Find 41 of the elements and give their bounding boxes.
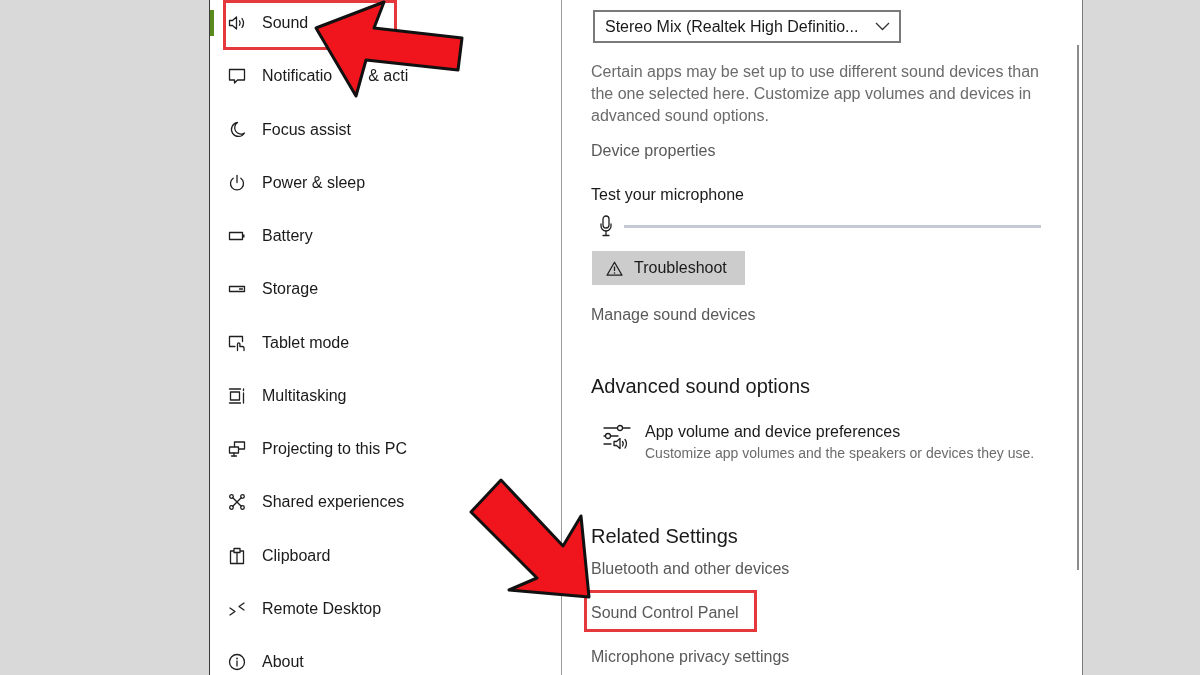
sidebar-item[interactable]: About: [210, 649, 316, 675]
settings-link[interactable]: Manage sound devices: [591, 304, 756, 326]
speech-bubble-icon: [228, 67, 246, 86]
warning-icon: [606, 260, 623, 276]
sidebar-item[interactable]: Shared experiences: [210, 489, 417, 516]
section-label: Test your microphone: [591, 185, 744, 205]
window-stack-icon: [228, 386, 246, 405]
sidebar-item[interactable]: Focus assist: [210, 116, 363, 143]
sidebar-item[interactable]: Tablet mode: [210, 329, 362, 356]
troubleshoot-button[interactable]: Troubleshoot: [592, 251, 745, 285]
info-icon: [228, 653, 246, 671]
settings-link[interactable]: Device properties: [591, 140, 716, 162]
settings-link[interactable]: Bluetooth and other devices: [591, 558, 790, 580]
sidebar-item[interactable]: Storage: [210, 276, 331, 303]
screens-icon: [228, 440, 246, 458]
section-heading: Related Settings: [591, 524, 738, 549]
sliders-speaker-icon: [603, 423, 631, 450]
microphone-icon: [600, 215, 612, 237]
section-heading: Advanced sound options: [591, 374, 811, 399]
settings-link[interactable]: Microphone privacy settings: [591, 646, 790, 668]
chevron-down-icon: [875, 22, 890, 31]
moon-icon: [228, 120, 246, 139]
nodes-icon: [228, 493, 246, 512]
power-icon: [228, 173, 246, 192]
sidebar-item[interactable]: Clipboard: [210, 542, 343, 569]
sidebar-item[interactable]: Multitasking: [210, 382, 359, 409]
tablet-icon: [228, 333, 246, 352]
clipboard-icon: [228, 546, 246, 565]
sidebar-item[interactable]: Remote Desktop: [210, 595, 394, 622]
option-link[interactable]: App volume and device preferences: [645, 421, 1035, 443]
settings-link[interactable]: Sound Control Panel: [584, 590, 757, 632]
sidebar-item[interactable]: Power & sleep: [210, 169, 378, 196]
option-description: Customize app volumes and the speakers or devices they use.: [645, 444, 1035, 463]
description-text: Certain apps may be set up to use different sound devices than the one selected here. Customize app volumes and devices in advanced sound options.: [591, 62, 1040, 126]
sidebar-item[interactable]: Notificatio & acti: [210, 63, 421, 90]
scrollbar[interactable]: [1077, 45, 1079, 570]
device-dropdown[interactable]: Stereo Mix (Realtek High Definitio...: [593, 10, 901, 43]
sidebar-item[interactable]: Projecting to this PC: [210, 436, 419, 462]
sidebar-item[interactable]: Sound: [210, 10, 321, 36]
sidebar-item[interactable]: Battery: [210, 223, 325, 249]
speaker-icon: [228, 14, 246, 32]
